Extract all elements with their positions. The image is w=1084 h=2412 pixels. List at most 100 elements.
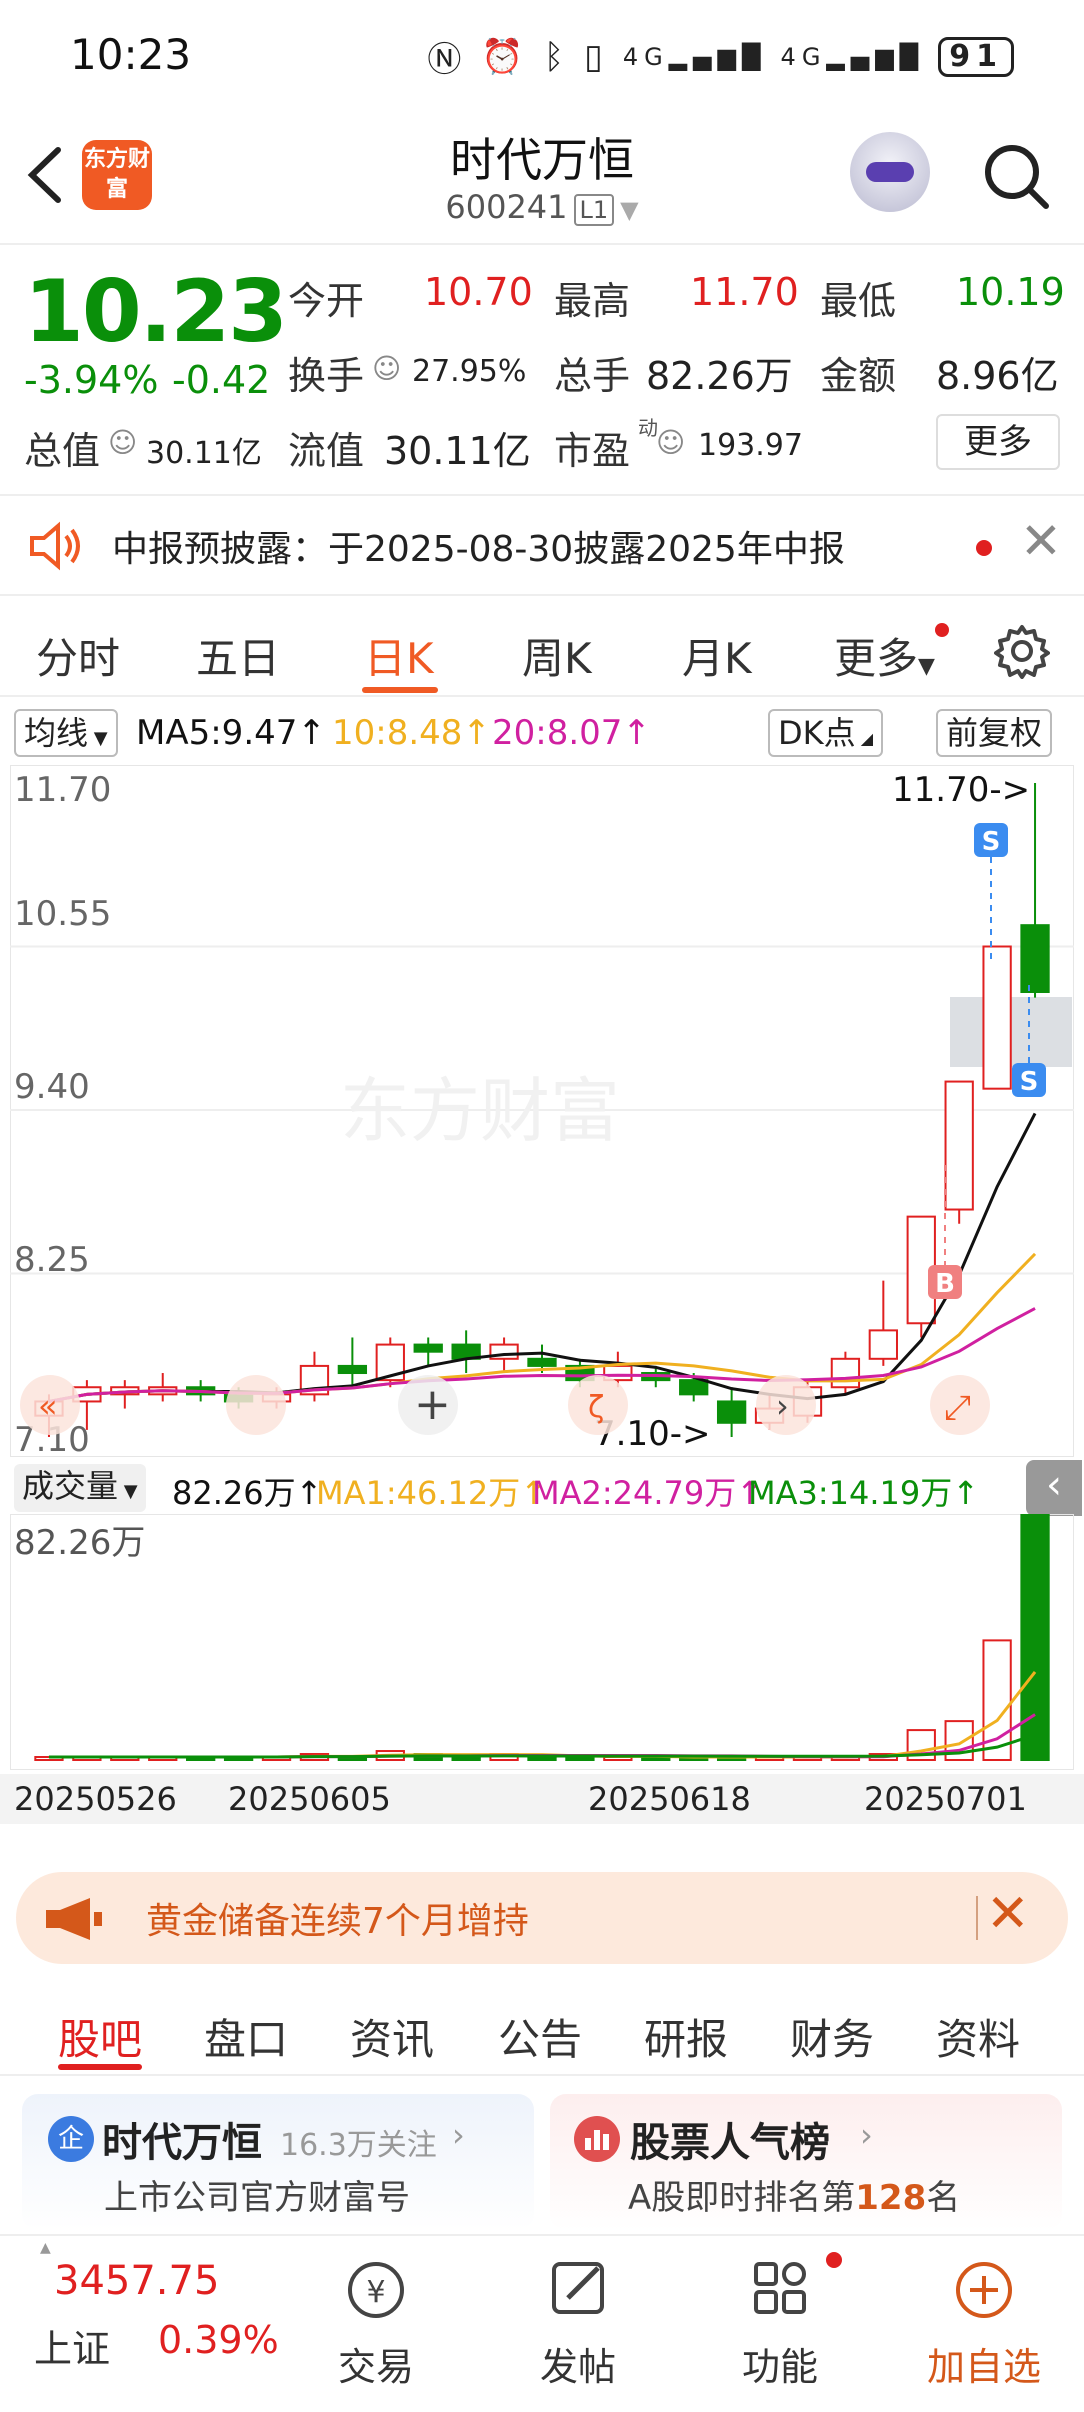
volume-chart[interactable]: 82.26万 bbox=[10, 1514, 1074, 1770]
tab-monthly-k[interactable]: 月K bbox=[682, 625, 752, 686]
post-icon[interactable] bbox=[508, 2252, 648, 2332]
chevron-right-icon: › bbox=[776, 1387, 789, 1425]
back-button[interactable] bbox=[20, 140, 80, 220]
speaker-icon bbox=[24, 516, 84, 580]
unread-dot bbox=[976, 540, 992, 556]
y-label-1: 10.55 bbox=[14, 894, 111, 934]
vibrate-icon: ▯ bbox=[584, 36, 609, 77]
indicator-selector[interactable]: 均线 ▼ bbox=[14, 709, 118, 757]
pe-label: 市盈 bbox=[554, 429, 631, 473]
settings-gear-icon[interactable] bbox=[994, 623, 1050, 683]
nav-add-watchlist[interactable]: 加自选 bbox=[914, 2336, 1054, 2391]
company-card[interactable]: 企 时代万恒 16.3万关注 › 上市公司官方财富号 bbox=[22, 2094, 534, 2230]
info-icon[interactable]: ☺ bbox=[656, 426, 685, 459]
follow-count: 16.3万关注 bbox=[280, 2128, 437, 2163]
float-label: 流值 bbox=[288, 429, 365, 473]
abs-change: -0.42 bbox=[172, 358, 271, 402]
search-button[interactable] bbox=[980, 140, 1052, 212]
trade-icon[interactable]: ¥ bbox=[306, 2252, 446, 2332]
company-card-title: 时代万恒 bbox=[102, 2120, 262, 2166]
index-value[interactable]: 3457.75 bbox=[54, 2258, 219, 2304]
tab-more[interactable]: 更多▼ bbox=[834, 625, 935, 686]
amount-label: 金额 bbox=[820, 354, 897, 398]
tab-announcements[interactable]: 公告 bbox=[498, 2006, 582, 2067]
volume-value: 82.26万 bbox=[646, 354, 793, 398]
more-button[interactable]: 更多 bbox=[936, 414, 1060, 470]
date-label-2: 20250618 bbox=[588, 1780, 751, 1818]
tab-daily-k[interactable]: 日K bbox=[364, 625, 434, 686]
function-grid-icon[interactable] bbox=[710, 2252, 850, 2332]
nav-post[interactable]: 发帖 bbox=[508, 2336, 648, 2391]
tab-guba[interactable]: 股吧 bbox=[58, 2006, 142, 2067]
tab-research[interactable]: 研报 bbox=[644, 2006, 728, 2067]
add-watchlist-icon[interactable] bbox=[914, 2252, 1054, 2332]
chevron-down-icon[interactable]: ▼ bbox=[620, 196, 638, 224]
indicator-selector-label: 均线 bbox=[24, 714, 89, 752]
open-label: 今开 bbox=[288, 279, 365, 323]
ma5-value: MA5:9.47↑ bbox=[136, 713, 326, 753]
tab-pankou[interactable]: 盘口 bbox=[204, 2006, 288, 2067]
nav-function[interactable]: 功能 bbox=[710, 2336, 850, 2391]
nav-trade[interactable]: 交易 bbox=[306, 2336, 446, 2391]
tab-weekly-k[interactable]: 周K bbox=[522, 625, 592, 686]
volume-mas bbox=[48, 1671, 1037, 1759]
volume-label: 总手 bbox=[554, 354, 631, 398]
info-icon[interactable]: ☺ bbox=[108, 426, 137, 459]
svg-text:¥: ¥ bbox=[366, 2275, 385, 2310]
volume-indicator-selector[interactable]: 成交量 ▼ bbox=[14, 1464, 146, 1512]
robot-assistant-icon[interactable] bbox=[850, 132, 930, 212]
volume-axis-label: 82.26万 bbox=[14, 1523, 145, 1563]
vol-ma1-line bbox=[48, 1671, 1037, 1759]
caret-up-icon: ▲ bbox=[40, 2240, 51, 2256]
float-value: 30.11亿 bbox=[384, 429, 531, 473]
level-badge[interactable]: L1 bbox=[573, 194, 615, 226]
stock-name: 时代万恒 bbox=[450, 133, 634, 187]
notice-bar[interactable]: 中报预披露：于2025-08-30披露2025年中报 ✕ bbox=[0, 494, 1084, 596]
plus-icon: + bbox=[414, 1379, 451, 1430]
stock-code-text: 600241 bbox=[445, 188, 568, 226]
collapse-panel-button[interactable]: ‹ bbox=[1026, 1460, 1082, 1516]
unread-dot bbox=[935, 623, 949, 637]
adjust-selector[interactable]: 前复权 bbox=[936, 709, 1053, 757]
tab-five-day[interactable]: 五日 bbox=[196, 625, 280, 686]
tab-profile[interactable]: 资料 bbox=[936, 2006, 1020, 2067]
high-marker: 11.70-> bbox=[892, 770, 1030, 810]
popularity-card-title: 股票人气榜 bbox=[630, 2120, 830, 2166]
banner-text: 黄金储备连续7个月增持 bbox=[146, 1901, 529, 1942]
tab-timeshare[interactable]: 分时 bbox=[36, 625, 120, 686]
y-label-2: 9.40 bbox=[14, 1067, 90, 1107]
candle-body-17 bbox=[679, 1379, 709, 1396]
status-time: 10:23 bbox=[70, 30, 192, 79]
candle-body-18 bbox=[716, 1400, 747, 1424]
turnover-label: 换手 bbox=[288, 354, 365, 398]
rank-number: 128 bbox=[855, 2178, 927, 2218]
caret-icon: ◢ bbox=[855, 729, 874, 748]
index-pct[interactable]: 0.39% bbox=[158, 2318, 279, 2362]
tab-finance[interactable]: 财务 bbox=[790, 2006, 874, 2067]
stock-header: 东方财富 时代万恒 600241 L1 ▼ bbox=[0, 110, 1084, 245]
company-card-subtitle: 上市公司官方财富号 bbox=[104, 2178, 410, 2218]
volume-selector-label: 成交量 bbox=[22, 1467, 119, 1505]
close-icon[interactable]: ✕ bbox=[986, 1884, 1030, 1944]
index-name[interactable]: 上证 bbox=[34, 2318, 110, 2373]
info-icon[interactable]: ☺ bbox=[372, 352, 401, 385]
popularity-card[interactable]: 股票人气榜 › A股即时排名第128名 bbox=[550, 2094, 1062, 2230]
dk-point-label: DK点 bbox=[778, 714, 856, 752]
promo-banner[interactable]: 黄金储备连续7个月增持 ✕ bbox=[16, 1872, 1068, 1964]
pe-sup: 动 bbox=[638, 416, 658, 440]
dk-point-selector[interactable]: DK点 ◢ bbox=[768, 709, 884, 757]
kline-chart[interactable]: 东方财富 11.70 10.55 9.40 8.25 7.10 11.70-> … bbox=[10, 765, 1074, 1457]
signal-icon: 4G▂▄▆█ bbox=[780, 42, 925, 71]
caret-down-icon: ▼ bbox=[918, 654, 935, 679]
status-bar: 10:23 Ⓝ ⏰ ᛒ ▯ 4G▂▄▆█ 4G▂▄▆█ 91 bbox=[0, 0, 1084, 110]
candle-body-22 bbox=[868, 1329, 898, 1360]
stock-code: 600241 L1 ▼ bbox=[342, 188, 742, 226]
signal-icon: 4G▂▄▆█ bbox=[622, 42, 767, 71]
caret-down-icon: ▼ bbox=[118, 1481, 138, 1502]
double-chevron-left-icon: « bbox=[38, 1387, 58, 1425]
pct-change: -3.94% bbox=[24, 358, 159, 402]
close-icon[interactable]: ✕ bbox=[1020, 512, 1062, 570]
chevron-right-icon: › bbox=[860, 2116, 873, 2154]
bluetooth-icon: ᛒ bbox=[543, 36, 571, 77]
tab-news[interactable]: 资讯 bbox=[350, 2006, 434, 2067]
